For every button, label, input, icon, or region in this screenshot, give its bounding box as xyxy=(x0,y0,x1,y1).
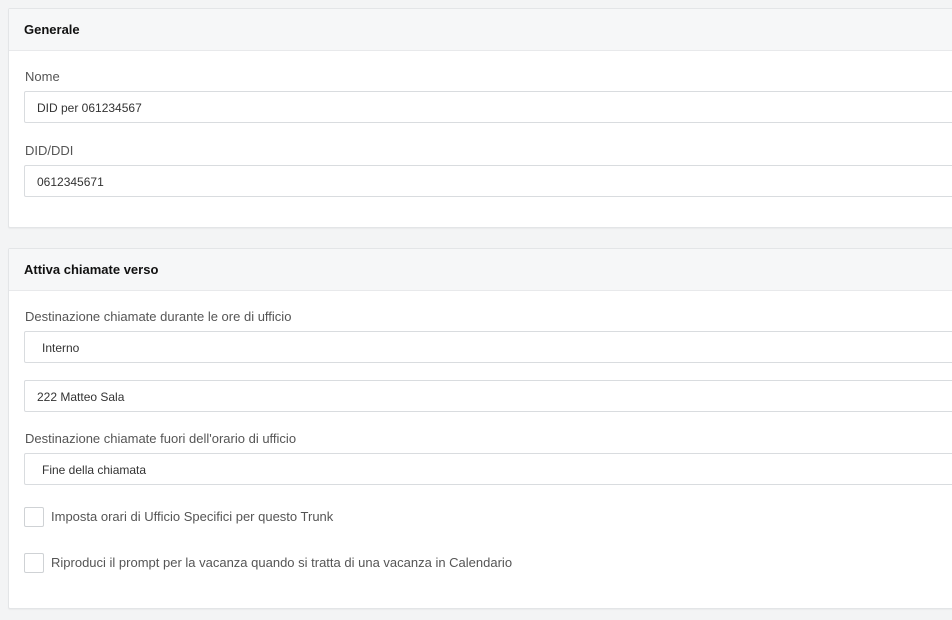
office-hours-type-value: Interno xyxy=(42,341,80,355)
routing-panel: Attiva chiamate verso Destinazione chiam… xyxy=(8,248,952,609)
outside-hours-type-value: Fine della chiamata xyxy=(42,463,147,477)
routing-panel-title: Attiva chiamate verso xyxy=(24,262,159,277)
office-hours-target-select[interactable]: 222 Matteo Sala xyxy=(24,380,952,412)
outside-hours-type-select[interactable]: Fine della chiamata xyxy=(24,453,952,485)
general-panel-header: Generale xyxy=(9,9,952,51)
holiday-prompt-checkbox[interactable] xyxy=(24,553,44,573)
did-label: DID/DDI xyxy=(25,143,74,158)
did-input-value: 0612345671 xyxy=(37,175,104,189)
routing-panel-header: Attiva chiamate verso xyxy=(9,249,952,291)
name-input-value: DID per 061234567 xyxy=(37,101,142,115)
holiday-prompt-label[interactable]: Riproduci il prompt per la vacanza quand… xyxy=(51,555,512,570)
office-hours-type-select[interactable]: Interno xyxy=(24,331,952,363)
outside-hours-label: Destinazione chiamate fuori dell'orario … xyxy=(25,431,297,446)
general-panel-title: Generale xyxy=(24,22,80,37)
general-panel: Generale Nome DID per 061234567 DID/DDI … xyxy=(8,8,952,228)
name-input[interactable]: DID per 061234567 xyxy=(24,91,952,123)
office-hours-target-value: 222 Matteo Sala xyxy=(37,390,125,404)
specific-hours-checkbox[interactable] xyxy=(24,507,44,527)
specific-hours-label[interactable]: Imposta orari di Ufficio Specifici per q… xyxy=(51,509,333,524)
office-hours-label: Destinazione chiamate durante le ore di … xyxy=(25,309,292,324)
did-input[interactable]: 0612345671 xyxy=(24,165,952,197)
name-label: Nome xyxy=(25,69,60,84)
